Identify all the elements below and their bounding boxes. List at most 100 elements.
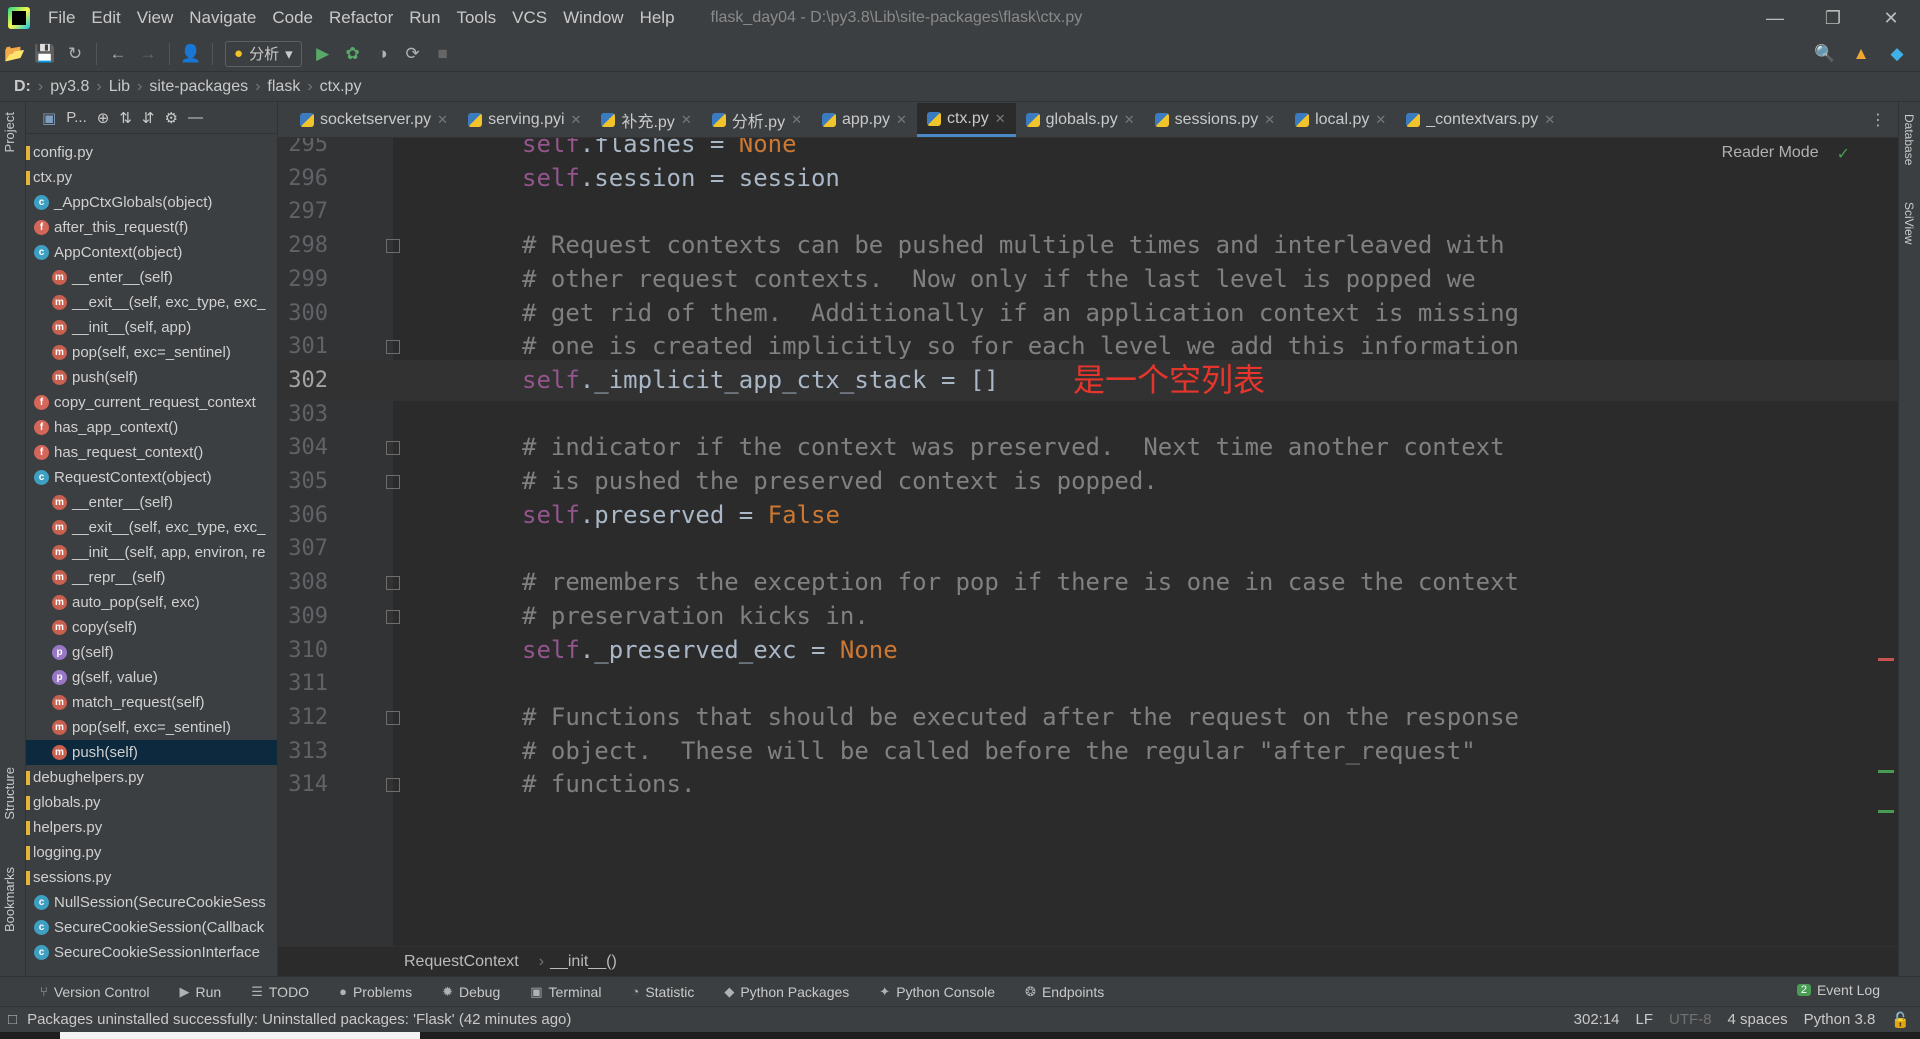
tree-item[interactable]: c RequestContext(object) (26, 465, 277, 490)
tree-item[interactable]: p g(self, value) (26, 665, 277, 690)
tool-window-debug[interactable]: ✹ Debug (442, 984, 500, 1000)
tree-item[interactable]: c _AppCtxGlobals(object) (26, 190, 277, 215)
menu-file[interactable]: File (40, 0, 83, 36)
tree-item[interactable]: globals.py (26, 790, 277, 815)
editor-tab[interactable]: serving.pyi ✕ (458, 103, 591, 137)
close-tab-icon[interactable]: ✕ (791, 112, 802, 128)
tool-window-run[interactable]: ▶ Run (180, 984, 222, 1000)
breadcrumb-item[interactable]: Lib (109, 78, 130, 96)
debug-icon[interactable]: ✿ (338, 39, 368, 69)
run-configuration-select[interactable]: ● 分析 ▾ (225, 40, 302, 67)
crumb-class[interactable]: RequestContext (404, 953, 519, 971)
change-marker[interactable] (1878, 810, 1894, 813)
menu-tools[interactable]: Tools (448, 0, 504, 36)
fold-marker-icon[interactable] (386, 609, 400, 624)
tool-window-python-console[interactable]: ✦ Python Console (879, 984, 995, 1000)
menu-vcs[interactable]: VCS (504, 0, 555, 36)
tree-item[interactable]: config.py (26, 140, 277, 165)
change-marker[interactable] (1878, 770, 1894, 773)
close-tab-icon[interactable]: ✕ (571, 112, 582, 128)
gear-icon[interactable]: ⚙ (165, 109, 178, 127)
bookmarks-tool-tab[interactable]: Bookmarks (2, 867, 17, 932)
tree-item[interactable]: f has_app_context() (26, 415, 277, 440)
tree-item[interactable]: m __exit__(self, exc_type, exc_ (26, 515, 277, 540)
restore-icon[interactable]: ❐ (1804, 0, 1862, 36)
tree-item[interactable]: m __enter__(self) (26, 265, 277, 290)
tree-item[interactable]: c SecureCookieSession(Callback (26, 915, 277, 940)
event-log-button[interactable]: 2 Event Log (1796, 982, 1880, 998)
close-icon[interactable]: ✕ (1862, 0, 1920, 36)
tree-item[interactable]: m __repr__(self) (26, 565, 277, 590)
tree-item[interactable]: m copy(self) (26, 615, 277, 640)
tree-item[interactable]: m pop(self, exc=_sentinel) (26, 340, 277, 365)
sync-icon[interactable]: ↻ (60, 39, 90, 69)
tree-item[interactable]: ctx.py (26, 165, 277, 190)
forward-arrow-icon[interactable]: → (133, 39, 163, 69)
sciview-tool-tab[interactable]: SciView (1902, 202, 1916, 244)
tree-item[interactable]: m __enter__(self) (26, 490, 277, 515)
stop-icon[interactable]: ■ (428, 39, 458, 69)
structure-tool-tab[interactable]: Structure (2, 767, 17, 820)
tree-item[interactable]: m push(self) (26, 365, 277, 390)
editor-tab[interactable]: 补充.py ✕ (591, 103, 701, 137)
tree-item[interactable]: m __exit__(self, exc_type, exc_ (26, 290, 277, 315)
tree-item[interactable]: debughelpers.py (26, 765, 277, 790)
menu-help[interactable]: Help (632, 0, 683, 36)
tree-item[interactable]: m pop(self, exc=_sentinel) (26, 715, 277, 740)
expand-all-icon[interactable]: ⇅ (119, 109, 132, 127)
tool-window-python-packages[interactable]: ◆ Python Packages (724, 984, 849, 1000)
fold-marker-icon[interactable] (386, 710, 400, 725)
tool-window-statistic[interactable]: ◔ Statistic (631, 984, 694, 1000)
collapse-all-icon[interactable]: ⇵ (142, 109, 155, 127)
code-line[interactable]: 314 # functions. (278, 764, 1898, 805)
fold-marker-icon[interactable] (386, 475, 400, 489)
hide-icon[interactable]: — (188, 109, 203, 126)
more-tabs-icon[interactable]: ⋮ (1870, 110, 1886, 130)
fold-marker-icon[interactable] (386, 576, 400, 591)
breadcrumb-item[interactable]: site-packages (149, 78, 248, 96)
tree-item[interactable]: c AppContext(object) (26, 240, 277, 265)
fold-marker-icon[interactable] (386, 340, 400, 355)
tool-window-version-control[interactable]: ⑂ Version Control (40, 984, 150, 1000)
status-message[interactable]: Packages uninstalled successfully: Unins… (27, 1011, 571, 1028)
tree-item[interactable]: logging.py (26, 840, 277, 865)
jetbrains-toolbox-icon[interactable]: ◆ (1882, 39, 1912, 69)
close-tab-icon[interactable]: ✕ (1124, 112, 1135, 128)
user-icon[interactable]: 👤 (176, 39, 206, 69)
tree-item[interactable]: f has_request_context() (26, 440, 277, 465)
menu-edit[interactable]: Edit (83, 0, 128, 36)
breadcrumb-item[interactable]: py3.8 (50, 78, 89, 96)
menu-view[interactable]: View (129, 0, 182, 36)
lock-icon[interactable]: 🔓 (1891, 1011, 1910, 1029)
editor-tab[interactable]: ctx.py ✕ (916, 103, 1016, 137)
project-panel-title[interactable]: P... (66, 109, 87, 126)
file-encoding[interactable]: UTF-8 (1669, 1011, 1712, 1029)
close-tab-icon[interactable]: ✕ (1264, 112, 1275, 128)
close-tab-icon[interactable]: ✕ (681, 112, 692, 128)
editor-tab[interactable]: globals.py ✕ (1016, 103, 1145, 137)
close-tab-icon[interactable]: ✕ (995, 111, 1006, 127)
close-tab-icon[interactable]: ✕ (1375, 112, 1386, 128)
breadcrumb-item[interactable]: flask (267, 78, 300, 96)
project-tool-tab[interactable]: Project (2, 112, 17, 152)
tool-window-problems[interactable]: ● Problems (339, 984, 412, 1000)
tree-item[interactable]: m match_request(self) (26, 690, 277, 715)
error-marker[interactable] (1878, 658, 1894, 661)
back-arrow-icon[interactable]: ← (103, 39, 133, 69)
tool-window-todo[interactable]: ☰ TODO (251, 984, 309, 1000)
reader-mode-toggle[interactable]: Reader Mode ✓ (1722, 144, 1850, 164)
editor-tab[interactable]: 分析.py ✕ (702, 103, 812, 137)
close-tab-icon[interactable]: ✕ (896, 112, 907, 128)
tree-item[interactable]: sessions.py (26, 865, 277, 890)
coverage-icon[interactable]: ◑ (368, 39, 398, 69)
tree-item[interactable]: m __init__(self, app) (26, 315, 277, 340)
close-tab-icon[interactable]: ✕ (437, 112, 448, 128)
editor-tab[interactable]: socketserver.py ✕ (290, 103, 458, 137)
menu-navigate[interactable]: Navigate (181, 0, 264, 36)
fold-marker-icon[interactable] (386, 239, 400, 254)
indent-setting[interactable]: 4 spaces (1728, 1011, 1788, 1029)
menu-refactor[interactable]: Refactor (321, 0, 401, 36)
run-icon[interactable]: ▶ (308, 39, 338, 69)
save-icon[interactable]: 💾 (30, 39, 60, 69)
update-icon[interactable]: ▲ (1846, 39, 1876, 69)
